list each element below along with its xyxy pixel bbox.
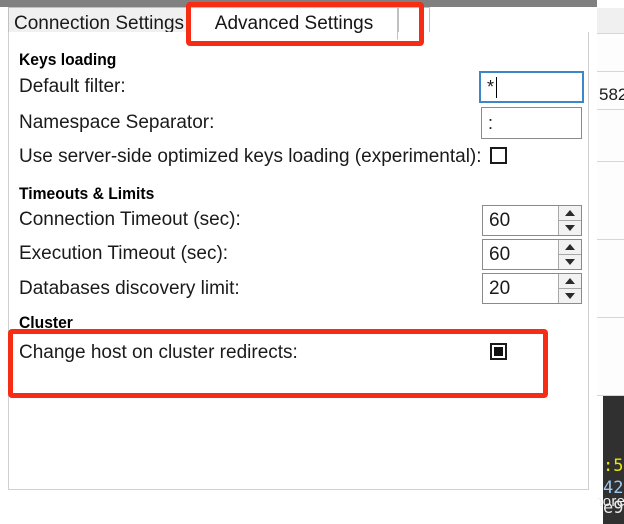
connection-timeout-value: 60 xyxy=(489,209,511,231)
triangle-up-icon xyxy=(565,278,575,284)
triangle-down-icon xyxy=(565,293,575,299)
databases-discovery-limit-increment-button[interactable] xyxy=(559,274,581,288)
namespace-separator-value: : xyxy=(488,112,494,133)
triangle-up-icon xyxy=(565,244,575,250)
background-table-header xyxy=(597,8,624,34)
console-line-1: :53 xyxy=(603,456,624,476)
triangle-up-icon xyxy=(565,210,575,216)
connection-timeout-increment-button[interactable] xyxy=(559,206,581,220)
execution-timeout-increment-button[interactable] xyxy=(559,240,581,254)
settings-dialog: Connection Settings Advanced Settings Ke… xyxy=(0,0,597,524)
connection-timeout-spin-buttons xyxy=(558,206,581,235)
label-databases-discovery-limit: Databases discovery limit: xyxy=(19,278,240,299)
advanced-settings-panel: Keys loading Default filter: * Namespace… xyxy=(8,32,589,490)
background-table-row xyxy=(597,110,624,162)
databases-discovery-limit-decrement-button[interactable] xyxy=(559,288,581,303)
execution-timeout-spin-buttons xyxy=(558,240,581,269)
background-table-row xyxy=(597,318,624,396)
triangle-down-icon xyxy=(565,225,575,231)
tab-advanced-settings[interactable]: Advanced Settings xyxy=(190,7,398,40)
background-table-cell-value: 582 xyxy=(597,72,624,110)
connection-timeout-stepper[interactable]: 60 xyxy=(482,205,582,236)
text-cursor xyxy=(496,76,498,98)
background-table-row xyxy=(597,34,624,72)
label-server-side-keys-loading: Use server-side optimized keys loading (… xyxy=(19,146,482,167)
dialog-titlebar xyxy=(0,0,597,7)
databases-discovery-limit-spin-buttons xyxy=(558,274,581,303)
triangle-down-icon xyxy=(565,259,575,265)
label-connection-timeout: Connection Timeout (sec): xyxy=(19,209,241,230)
background-table: 582 xyxy=(596,8,624,396)
server-side-keys-loading-checkbox[interactable] xyxy=(490,147,507,164)
databases-discovery-limit-stepper[interactable]: 20 xyxy=(482,273,582,304)
execution-timeout-stepper[interactable]: 60 xyxy=(482,239,582,270)
section-title-cluster: Cluster xyxy=(19,313,73,332)
label-execution-timeout: Execution Timeout (sec): xyxy=(19,243,229,264)
background-table-row xyxy=(597,240,624,318)
databases-discovery-limit-value: 20 xyxy=(489,277,511,299)
change-host-on-cluster-redirects-checkbox[interactable] xyxy=(490,343,507,360)
namespace-separator-input[interactable]: : xyxy=(481,107,582,139)
section-title-keys-loading: Keys loading xyxy=(19,50,117,69)
default-filter-input[interactable]: * xyxy=(479,71,584,103)
execution-timeout-value: 60 xyxy=(489,243,511,265)
section-title-timeouts-limits: Timeouts & Limits xyxy=(19,184,155,203)
label-default-filter: Default filter: xyxy=(19,76,126,97)
execution-timeout-decrement-button[interactable] xyxy=(559,254,581,269)
label-change-host-on-cluster-redirects: Change host on cluster redirects: xyxy=(19,342,298,363)
connection-timeout-decrement-button[interactable] xyxy=(559,220,581,235)
background-table-row xyxy=(597,162,624,240)
default-filter-value: * xyxy=(487,76,495,97)
label-namespace-separator: Namespace Separator: xyxy=(19,112,215,133)
